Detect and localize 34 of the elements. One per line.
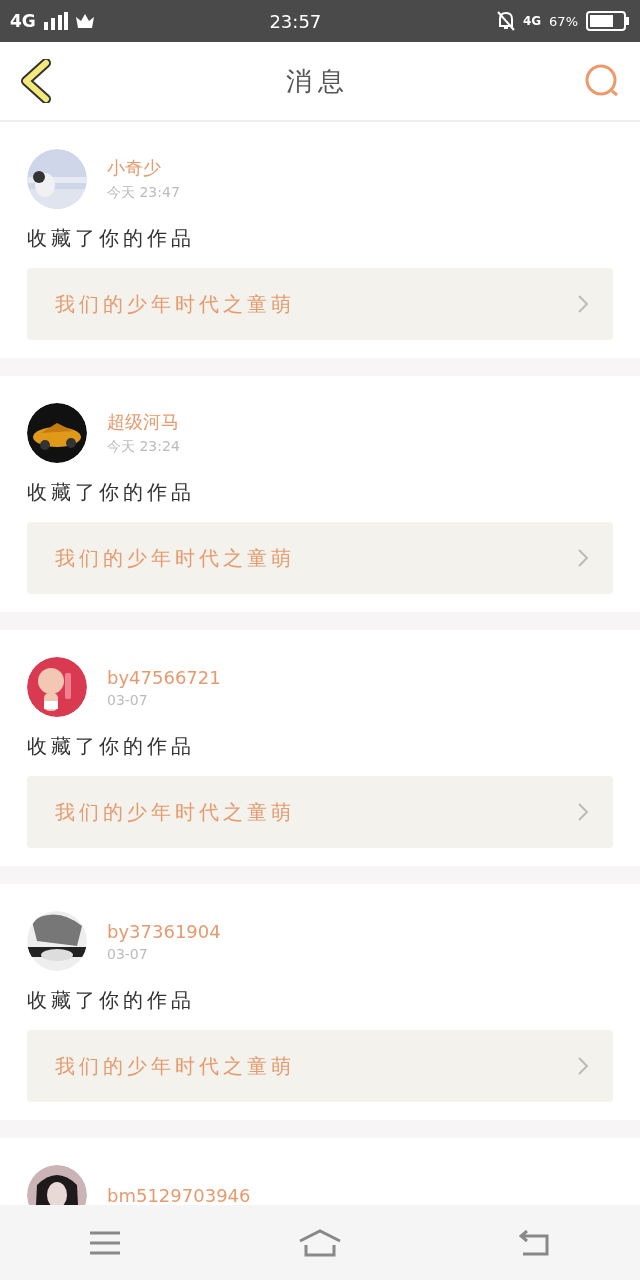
chevron-right-icon [577, 1056, 589, 1076]
message-time: 03-07 [107, 945, 149, 962]
message-time: 03-07 [107, 691, 149, 708]
message-text: 收藏了你的作品 [27, 479, 196, 506]
page-title: 消息 [285, 64, 351, 98]
message-time: 今天 23:47 [107, 184, 180, 202]
chevron-right-icon [577, 294, 589, 314]
message-text: 收藏了你的作品 [27, 987, 196, 1014]
chevron-right-icon [577, 802, 589, 822]
bell-off-icon [496, 11, 515, 31]
message-text: 收藏了你的作品 [27, 733, 196, 760]
work-title: 我们的少年时代之童萌 [55, 798, 296, 826]
chevron-right-icon [577, 548, 589, 568]
work-link[interactable]: 我们的少年时代之童萌 [27, 776, 613, 848]
user-name[interactable]: by47566721 [107, 666, 221, 688]
user-name[interactable]: by37361904 [107, 920, 221, 942]
message-time: 今天 23:24 [107, 438, 180, 456]
signal-icon [43, 12, 68, 30]
user-name[interactable]: 小奇少 [107, 156, 180, 180]
work-title: 我们的少年时代之童萌 [55, 544, 296, 572]
network-type: 4G [522, 14, 542, 28]
clock: 23:57 [269, 10, 322, 32]
battery-icon [586, 11, 630, 31]
message-text: 收藏了你的作品 [27, 225, 196, 252]
work-link[interactable]: 我们的少年时代之童萌 [27, 1030, 613, 1102]
work-title: 我们的少年时代之童萌 [55, 1052, 296, 1080]
work-link[interactable]: 我们的少年时代之童萌 [27, 268, 613, 340]
work-title: 我们的少年时代之童萌 [55, 290, 296, 318]
crown-icon [75, 13, 94, 29]
user-name[interactable]: 超级河马 [107, 410, 180, 434]
user-name[interactable]: bm5129703946 [107, 1184, 251, 1205]
work-link[interactable]: 我们的少年时代之童萌 [27, 522, 613, 594]
network-type: 4G [10, 11, 36, 31]
battery-percent: 67% [549, 13, 578, 29]
